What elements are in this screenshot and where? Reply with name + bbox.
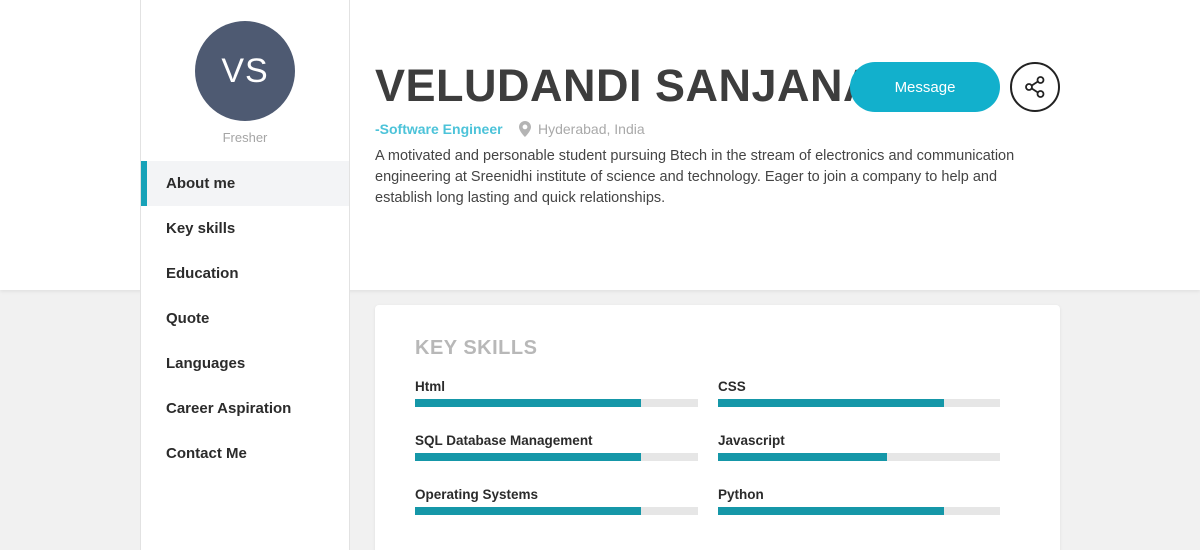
sidebar-item-career-aspiration[interactable]: Career Aspiration (141, 386, 349, 431)
sidebar-item-quote[interactable]: Quote (141, 296, 349, 341)
skill-name: Operating Systems (415, 487, 539, 502)
profile-bio: A motivated and personable student pursu… (375, 148, 1015, 206)
avatar: VS (195, 21, 295, 121)
skill-bar-fill (415, 453, 642, 461)
job-role: -Software Engineer (375, 121, 503, 137)
sidebar-item-key-skills[interactable]: Key skills (141, 206, 349, 251)
skill-name: Python (718, 487, 764, 502)
skill-bar (718, 507, 1000, 515)
skill-bar (415, 507, 698, 515)
skill-bar (718, 399, 1000, 407)
location: Hyderabad, India (519, 121, 645, 137)
sidebar-item-about-me[interactable]: About me (141, 161, 349, 206)
skill-bar-fill (415, 507, 642, 515)
sidebar-nav: About me Key skills Education Quote Lang… (141, 161, 349, 476)
skill-item-operating-systems: Operating Systems (415, 487, 698, 515)
skill-bar (415, 453, 698, 461)
skill-bar (415, 399, 698, 407)
status-label: Fresher (222, 130, 268, 145)
skill-item-css: CSS (718, 379, 1000, 407)
skill-item-sql: SQL Database Management (415, 433, 698, 461)
sidebar: VS Fresher About me Key skills Education… (140, 0, 350, 550)
share-button[interactable] (1010, 62, 1060, 112)
message-button[interactable]: Message (850, 62, 1000, 112)
sidebar-item-contact-me[interactable]: Contact Me (141, 431, 349, 476)
skill-name: Javascript (718, 433, 785, 448)
key-skills-card: KEY SKILLS Html CSS SQL Database Managem… (375, 305, 1060, 550)
map-pin-icon (519, 121, 531, 137)
skill-bar-fill (718, 453, 888, 461)
location-text: Hyderabad, India (538, 121, 645, 137)
skill-name: SQL Database Management (415, 433, 593, 448)
skill-bar-fill (718, 399, 944, 407)
skill-item-javascript: Javascript (718, 433, 1000, 461)
profile-name: VELUDANDI SANJANA (375, 60, 877, 111)
skill-bar (718, 453, 1000, 461)
skill-name: CSS (718, 379, 746, 394)
skill-bar-fill (415, 399, 642, 407)
key-skills-title: KEY SKILLS (415, 337, 538, 359)
skill-item-python: Python (718, 487, 1000, 515)
sidebar-item-education[interactable]: Education (141, 251, 349, 296)
sidebar-item-languages[interactable]: Languages (141, 341, 349, 386)
skill-bar-fill (718, 507, 944, 515)
share-icon (1025, 76, 1045, 98)
skill-name: Html (415, 379, 445, 394)
skills-grid: Html CSS SQL Database Management Javascr… (415, 379, 1000, 515)
skill-item-html: Html (415, 379, 698, 407)
